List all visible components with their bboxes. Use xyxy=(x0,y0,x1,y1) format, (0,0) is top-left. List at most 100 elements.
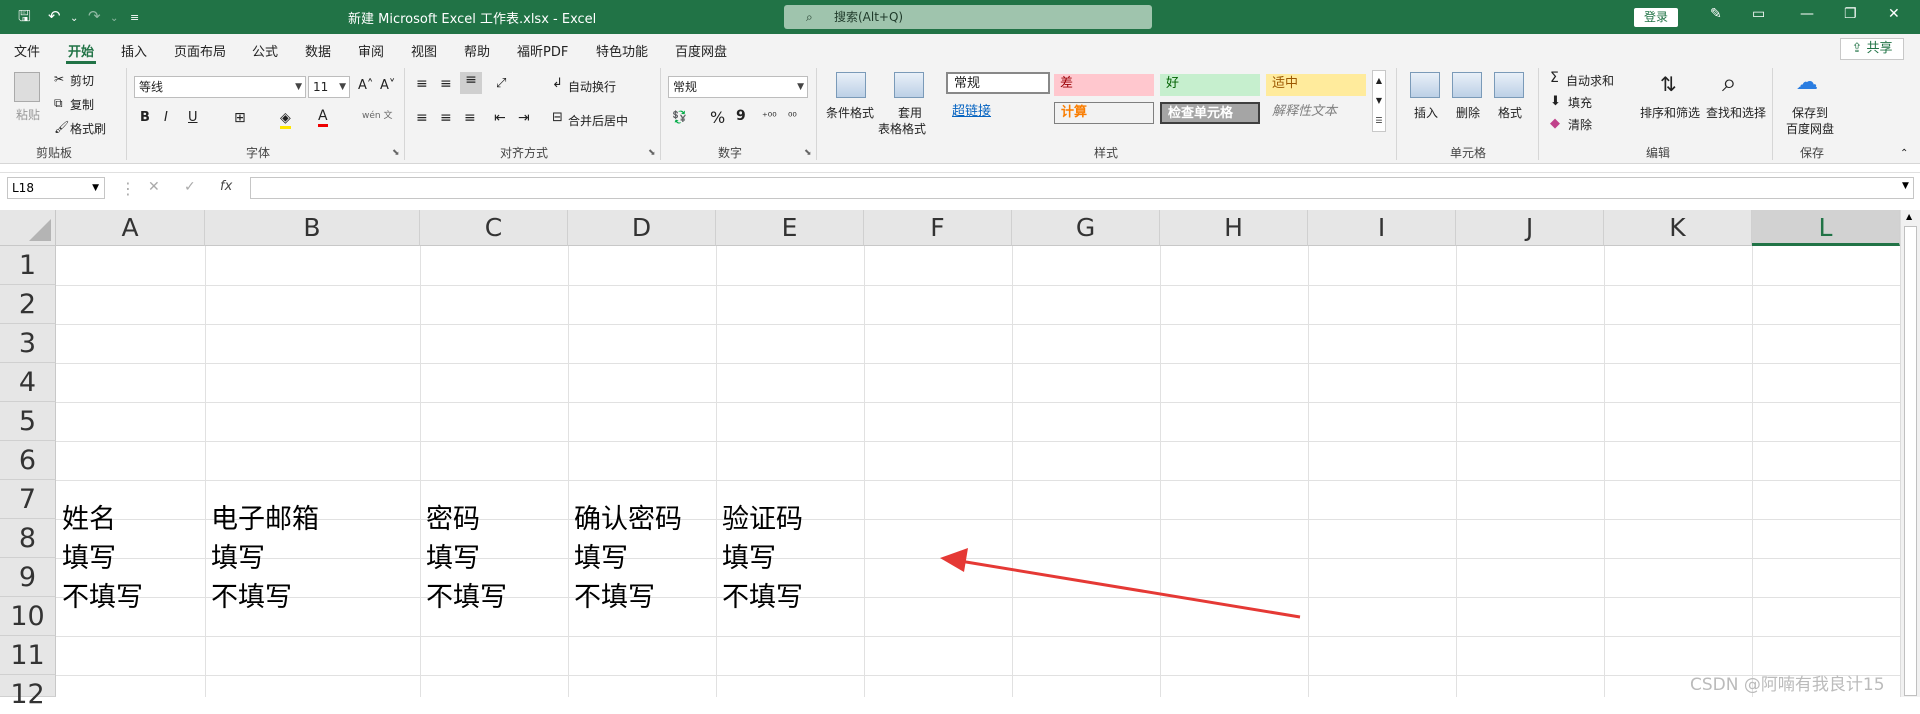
pen-icon[interactable]: ✎ xyxy=(1710,6,1722,22)
orientation-icon[interactable]: ⤢ xyxy=(496,76,506,91)
fill-button[interactable]: 填充 xyxy=(1568,94,1592,111)
align-right-icon[interactable]: ≡ xyxy=(464,110,476,126)
search-box[interactable]: ⌕ 搜索(Alt+Q) xyxy=(784,5,1152,29)
scrollbar-thumb[interactable] xyxy=(1904,226,1917,696)
wrap-text-button[interactable]: 自动换行 xyxy=(568,78,616,95)
delete-cells-button[interactable]: 删除 xyxy=(1456,104,1480,121)
number-format-select[interactable]: 常规 ▼ xyxy=(668,76,808,98)
redo-dropdown-icon[interactable]: ⌄ xyxy=(110,10,118,28)
expand-formula-bar-icon[interactable]: ▼ xyxy=(1902,181,1909,191)
comma-button[interactable]: 9 xyxy=(736,108,746,124)
grow-font-button[interactable]: A˄ xyxy=(358,78,373,93)
sort-filter-button[interactable]: 排序和筛选 xyxy=(1640,104,1700,121)
clear-button[interactable]: 清除 xyxy=(1568,116,1592,133)
font-color-button[interactable]: A xyxy=(318,108,328,127)
style-hyperlink[interactable]: 超链接 xyxy=(946,102,1050,124)
scroll-up-icon[interactable]: ▲ xyxy=(1906,212,1912,221)
bold-button[interactable]: B xyxy=(140,110,150,125)
font-size-select[interactable]: 11 ▼ xyxy=(308,76,350,98)
tab-formulas[interactable]: 公式 xyxy=(252,41,278,60)
cancel-edit-button[interactable]: ✕ xyxy=(148,179,160,195)
copy-icon[interactable]: ⧉ xyxy=(54,96,63,111)
baidu-netdisk-icon[interactable]: ☁ xyxy=(1796,70,1818,95)
tab-help[interactable]: 帮助 xyxy=(464,41,490,60)
save-to-line2[interactable]: 百度网盘 xyxy=(1786,120,1834,137)
style-good[interactable]: 好 xyxy=(1160,74,1260,96)
style-bad[interactable]: 差 xyxy=(1054,74,1154,96)
align-left-icon[interactable]: ≡ xyxy=(416,110,428,126)
tab-home[interactable]: 开始 xyxy=(68,41,94,60)
style-check-cell[interactable]: 检查单元格 xyxy=(1160,102,1260,124)
cut-icon[interactable]: ✂ xyxy=(54,72,64,86)
underline-button[interactable]: U xyxy=(188,110,198,125)
format-as-table-line2[interactable]: 表格格式 xyxy=(878,120,926,137)
border-icon[interactable]: ⊞ xyxy=(234,110,246,126)
save-icon[interactable]: 🖫 xyxy=(18,7,31,25)
ribbon-display-icon[interactable]: ▭ xyxy=(1752,6,1765,22)
increase-indent-icon[interactable]: ⇥ xyxy=(518,110,530,126)
tab-data[interactable]: 数据 xyxy=(305,41,331,60)
clear-icon[interactable]: ◆ xyxy=(1550,116,1560,131)
tab-page-layout[interactable]: 页面布局 xyxy=(174,41,226,60)
tab-special-features[interactable]: 特色功能 xyxy=(596,41,648,60)
delete-cells-icon[interactable] xyxy=(1452,72,1482,98)
name-box[interactable]: L18 ▼ xyxy=(7,177,105,199)
format-cells-button[interactable]: 格式 xyxy=(1498,104,1522,121)
fill-icon[interactable]: ⬇ xyxy=(1550,94,1561,109)
styles-scroll[interactable]: ▲ ▼ ☰ xyxy=(1372,70,1386,132)
vertical-scrollbar[interactable]: ▲ xyxy=(1900,210,1920,697)
collapse-ribbon-icon[interactable]: ⌃ xyxy=(1900,148,1908,159)
shrink-font-button[interactable]: A˅ xyxy=(380,78,395,93)
cut-button[interactable]: 剪切 xyxy=(70,72,94,89)
maximize-icon[interactable]: ❐ xyxy=(1844,6,1857,22)
formula-input[interactable] xyxy=(250,177,1914,199)
find-select-icon[interactable]: ⌕ xyxy=(1722,68,1737,99)
minimize-icon[interactable]: — xyxy=(1800,6,1814,22)
autosum-button[interactable]: 自动求和 xyxy=(1566,72,1614,89)
autosum-icon[interactable]: Σ xyxy=(1550,70,1559,86)
sort-filter-icon[interactable]: ⇅ xyxy=(1660,72,1677,96)
fill-color-icon[interactable]: ◈ xyxy=(280,110,291,129)
insert-cells-icon[interactable] xyxy=(1410,72,1440,98)
close-icon[interactable]: ✕ xyxy=(1888,6,1900,22)
format-cells-icon[interactable] xyxy=(1494,72,1524,98)
increase-decimal-icon[interactable]: ⁺⁰⁰ xyxy=(762,110,777,123)
insert-function-button[interactable]: fx xyxy=(220,179,232,194)
conditional-formatting-icon[interactable] xyxy=(836,72,866,98)
decrease-indent-icon[interactable]: ⇤ xyxy=(494,110,506,126)
style-calculation[interactable]: 计算 xyxy=(1054,102,1154,124)
format-as-table-icon[interactable] xyxy=(894,72,924,98)
find-select-button[interactable]: 查找和选择 xyxy=(1706,104,1766,121)
merge-center-button[interactable]: 合并后居中 xyxy=(568,112,628,129)
save-to-line1[interactable]: 保存到 xyxy=(1792,104,1828,121)
format-painter-button[interactable]: 格式刷 xyxy=(70,120,106,137)
italic-button[interactable]: I xyxy=(164,110,168,125)
number-dialog-launcher-icon[interactable]: ⬊ xyxy=(804,148,812,158)
style-neutral[interactable]: 适中 xyxy=(1266,74,1366,96)
share-button[interactable]: ⇪ 共享 xyxy=(1840,38,1904,60)
tab-view[interactable]: 视图 xyxy=(411,41,437,60)
tab-review[interactable]: 审阅 xyxy=(358,41,384,60)
currency-icon[interactable]: 💱 xyxy=(672,110,687,124)
undo-icon[interactable]: ↶ xyxy=(48,7,61,25)
redo-icon[interactable]: ↷ xyxy=(88,7,101,25)
phonetic-button[interactable]: wén 文 xyxy=(362,108,392,121)
merge-center-icon[interactable]: ⊟ xyxy=(552,110,563,125)
copy-button[interactable]: 复制 xyxy=(70,96,94,113)
wrap-text-icon[interactable]: ↲ xyxy=(552,76,563,91)
style-explanatory[interactable]: 解释性文本 xyxy=(1266,102,1366,124)
align-center-icon[interactable]: ≡ xyxy=(440,110,452,126)
format-painter-icon[interactable]: 🖌 xyxy=(54,120,69,134)
tab-insert[interactable]: 插入 xyxy=(121,41,147,60)
percent-button[interactable]: % xyxy=(710,108,725,127)
customize-toolbar-icon[interactable]: ≡ xyxy=(130,9,139,27)
font-name-select[interactable]: 等线 ▼ xyxy=(134,76,306,98)
paste-icon[interactable] xyxy=(14,72,40,102)
insert-cells-button[interactable]: 插入 xyxy=(1414,104,1438,121)
undo-dropdown-icon[interactable]: ⌄ xyxy=(70,10,78,28)
decrease-decimal-icon[interactable]: ⁰⁰ xyxy=(788,110,797,123)
format-as-table-line1[interactable]: 套用 xyxy=(898,104,922,121)
paste-button[interactable]: 粘贴 xyxy=(16,106,40,123)
login-button[interactable]: 登录 xyxy=(1634,8,1678,27)
conditional-formatting-button[interactable]: 条件格式 xyxy=(826,104,874,121)
